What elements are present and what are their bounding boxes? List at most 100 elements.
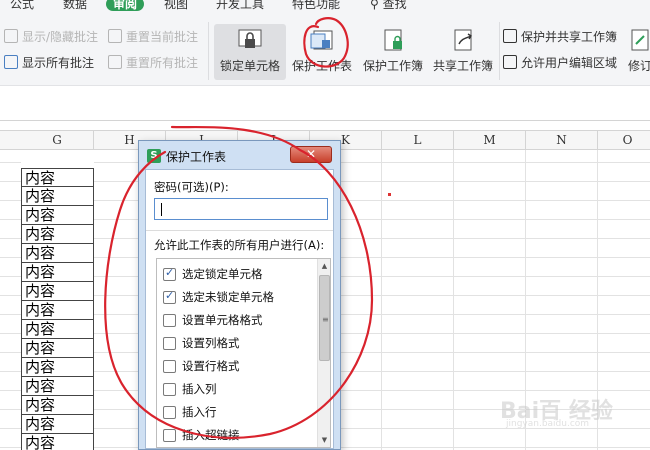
permission-label: 设置单元格格式 <box>182 313 263 327</box>
protect-sheet-dialog: S 保护工作表 ✕ 密码(可选)(P): 允许此工作表的所有用户进行(A): 选… <box>138 140 341 450</box>
reset-comment-icon <box>108 29 122 43</box>
tab-formulas[interactable]: 公式 <box>10 0 34 11</box>
permission-item[interactable]: 插入行 <box>163 403 217 421</box>
protect-workbook-button[interactable]: 保护工作簿 <box>360 24 426 80</box>
show-all-comments-label: 显示所有批注 <box>22 55 95 70</box>
table-cell[interactable]: 内容 <box>21 187 94 206</box>
show-hide-comment-button[interactable]: 显示/隐藏批注 <box>4 26 98 46</box>
permission-label: 设置行格式 <box>182 359 240 373</box>
dialog-title-bar[interactable]: S 保护工作表 ✕ <box>139 141 340 169</box>
search-label: 查找 <box>382 0 407 11</box>
permission-item[interactable]: 设置列格式 <box>163 334 240 352</box>
permission-item[interactable]: 设置行格式 <box>163 357 240 375</box>
reset-all-comments-button[interactable]: 重置所有批注 <box>108 52 198 72</box>
tab-data[interactable]: 数据 <box>63 0 87 11</box>
reset-current-comment-label: 重置当前批注 <box>126 29 199 44</box>
lock-cells-button[interactable]: 锁定单元格 <box>214 24 286 80</box>
checkbox[interactable] <box>163 266 176 281</box>
checkbox[interactable] <box>163 289 176 304</box>
checkbox[interactable] <box>163 428 176 442</box>
tab-developer[interactable]: 开发工具 <box>216 0 264 11</box>
menu-bar: 公式 数据 审阅 视图 开发工具 特色功能 ⚲ 查找 <box>0 0 650 14</box>
allow-edit-ranges-label: 允许用户编辑区域 <box>521 55 618 70</box>
search-button[interactable]: ⚲ 查找 <box>370 0 407 11</box>
password-field[interactable] <box>154 198 328 220</box>
watermark-url: jingyan.baidu.com <box>506 419 590 429</box>
checkbox[interactable] <box>163 359 176 373</box>
allow-edit-ranges-button[interactable]: 允许用户编辑区域 <box>503 52 617 72</box>
comments-icon <box>4 55 18 69</box>
permission-item[interactable]: 选定未锁定单元格 <box>163 288 274 306</box>
column-header-n[interactable]: N <box>526 131 598 150</box>
tab-special-features[interactable]: 特色功能 <box>292 0 340 11</box>
ribbon: 显示/隐藏批注 重置当前批注 显示所有批注 重置所有批注 锁定单元格 保护工作表… <box>0 14 650 86</box>
permission-item[interactable]: 设置单元格格式 <box>163 311 263 329</box>
show-hide-comment-label: 显示/隐藏批注 <box>22 29 99 44</box>
checkbox[interactable] <box>163 382 176 396</box>
table-cell[interactable]: 内容 <box>21 263 94 282</box>
show-all-comments-button[interactable]: 显示所有批注 <box>4 52 94 72</box>
share-workbook-button[interactable]: 共享工作簿 <box>430 24 496 80</box>
tab-review[interactable]: 审阅 <box>106 0 145 11</box>
checkbox[interactable] <box>163 405 176 419</box>
reset-current-comment-button[interactable]: 重置当前批注 <box>108 26 198 46</box>
formula-bar[interactable] <box>0 87 650 121</box>
permission-item[interactable]: 插入超链接 <box>163 426 240 444</box>
search-icon: ⚲ <box>370 0 379 11</box>
lock-cells-label: 锁定单元格 <box>219 59 280 73</box>
annotation-dot <box>388 193 391 196</box>
text-caret <box>161 203 162 216</box>
edit-range-icon <box>503 55 517 69</box>
watermark: Bai百 经验 jingyan.baidu.com <box>500 393 645 433</box>
permission-label: 选定未锁定单元格 <box>182 290 274 304</box>
reset-all-comments-label: 重置所有批注 <box>126 55 199 70</box>
column-header-o[interactable]: O <box>598 131 650 150</box>
column-header-g[interactable]: G <box>21 131 94 150</box>
tab-view[interactable]: 视图 <box>164 0 188 11</box>
column-header-m[interactable]: M <box>454 131 526 150</box>
share-workbook-icon <box>454 29 472 51</box>
table-cell[interactable]: 内容 <box>21 377 94 396</box>
permissions-scrollbar[interactable]: ▲ ≡ ▼ <box>317 259 330 447</box>
comment-icon <box>4 29 18 43</box>
permissions-list[interactable]: 选定锁定单元格选定未锁定单元格设置单元格格式设置列格式设置行格式插入列插入行插入… <box>156 258 331 448</box>
table-cell[interactable]: 内容 <box>21 225 94 244</box>
ribbon-divider-2 <box>499 22 500 80</box>
protect-workbook-label: 保护工作簿 <box>362 59 423 73</box>
table-cell[interactable]: 内容 <box>21 358 94 377</box>
checkbox[interactable] <box>163 336 176 350</box>
close-icon: ✕ <box>305 147 317 161</box>
permission-item[interactable]: 插入列 <box>163 380 217 398</box>
ribbon-divider <box>208 22 209 80</box>
scroll-up-icon[interactable]: ▲ <box>319 260 330 272</box>
protect-sheet-label: 保护工作表 <box>291 59 352 73</box>
scroll-down-icon[interactable]: ▼ <box>319 434 330 446</box>
protect-sheet-button[interactable]: 保护工作表 <box>290 24 354 80</box>
table-cell[interactable]: 内容 <box>21 301 94 320</box>
column-header-l[interactable]: L <box>382 131 454 150</box>
track-changes-icon <box>631 29 649 51</box>
lock-cell-icon <box>238 29 262 48</box>
checkbox[interactable] <box>163 313 176 327</box>
protect-sheet-icon <box>310 30 333 50</box>
table-cell[interactable]: 内容 <box>21 396 94 415</box>
permission-item[interactable]: 选定锁定单元格 <box>163 265 263 283</box>
table-cell[interactable]: 内容 <box>21 415 94 434</box>
table-cell[interactable]: 内容 <box>21 339 94 358</box>
grip-icon: ≡ <box>322 315 329 324</box>
table-cell[interactable]: 内容 <box>21 434 94 450</box>
reset-all-icon <box>108 55 122 69</box>
table-cell[interactable]: 内容 <box>21 244 94 263</box>
table-cell[interactable]: 内容 <box>21 206 94 225</box>
table-cell[interactable]: 内容 <box>21 320 94 339</box>
password-label: 密码(可选)(P): <box>154 180 229 194</box>
app-window: 公式 数据 审阅 视图 开发工具 特色功能 ⚲ 查找 显示/隐藏批注 重置当前批… <box>0 0 650 450</box>
close-button[interactable]: ✕ <box>290 146 332 163</box>
table-cell[interactable]: 内容 <box>21 168 94 187</box>
table-cell[interactable]: 内容 <box>21 282 94 301</box>
wps-logo-icon: S <box>147 149 161 163</box>
track-changes-button[interactable]: 修订 <box>625 24 650 80</box>
dialog-title: 保护工作表 <box>166 150 227 164</box>
protect-share-workbook-button[interactable]: 保护并共享工作簿 <box>503 26 617 46</box>
scrollbar-thumb[interactable]: ≡ <box>319 275 330 361</box>
